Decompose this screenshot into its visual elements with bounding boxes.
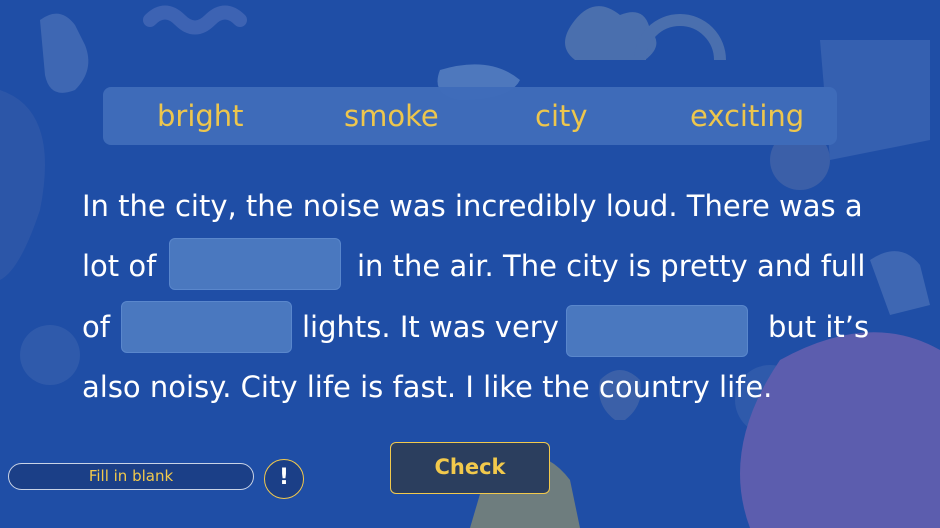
word-chip-exciting[interactable]: exciting: [690, 97, 804, 135]
rainbow-shape: [634, 14, 726, 61]
blank-input-2[interactable]: [121, 301, 292, 353]
passage-line-1: In the city, the noise was incredibly lo…: [82, 189, 863, 223]
squiggle-shape: [143, 5, 247, 35]
dinosaur-shape-left: [40, 13, 89, 93]
blank-input-1[interactable]: [169, 238, 341, 290]
globe-shape-left: [20, 325, 80, 385]
word-chip-bright[interactable]: bright: [157, 97, 244, 135]
mode-label-pill: Fill in blank: [8, 463, 254, 490]
alert-icon-button[interactable]: !: [264, 459, 304, 499]
passage-line-3b: lights. It was very: [302, 310, 559, 344]
purple-blob: [740, 332, 940, 528]
check-button[interactable]: Check: [390, 442, 550, 494]
passage-line-4: also noisy. City life is fast. I like th…: [82, 370, 773, 404]
word-chip-smoke[interactable]: smoke: [344, 97, 439, 135]
blob-shape-left: [0, 90, 45, 280]
dinosaur-shape-right: [870, 251, 930, 315]
word-chip-city[interactable]: city: [535, 97, 588, 135]
word-bank: bright smoke city exciting: [103, 87, 837, 145]
blank-input-3[interactable]: [566, 305, 748, 357]
passage-line-2a: lot of: [82, 249, 157, 283]
passage-line-3c: but it’s: [768, 310, 870, 344]
passage-line-2b: in the air. The city is pretty and full: [357, 249, 866, 283]
passage-line-3a: of: [82, 310, 110, 344]
